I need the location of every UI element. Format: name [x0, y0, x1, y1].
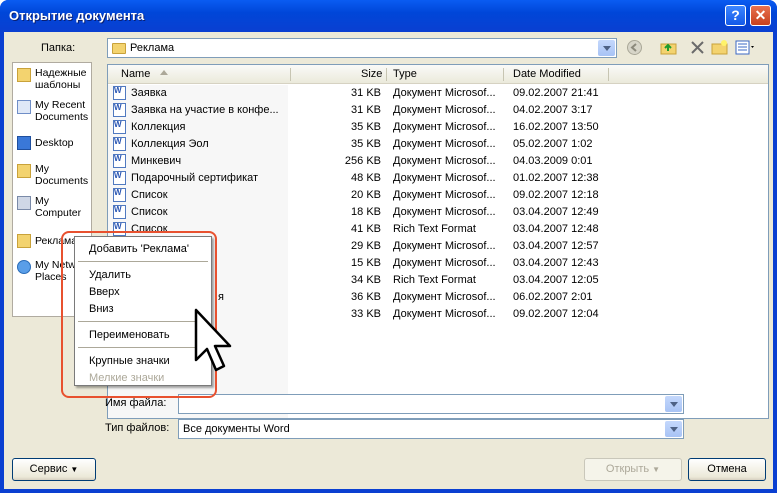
filetype-combo[interactable]: Все документы Word	[178, 419, 684, 439]
open-document-dialog: Открытие документа ? ✕ Папка: Реклама На…	[0, 0, 777, 493]
folder-icon	[17, 234, 31, 248]
place-desktop[interactable]: Desktop	[15, 133, 91, 163]
word-document-icon	[113, 188, 126, 202]
folder-icon	[17, 164, 31, 178]
column-type[interactable]: Type	[393, 68, 417, 80]
filename-label: Имя файла:	[105, 397, 167, 409]
close-button[interactable]: ✕	[750, 5, 771, 26]
open-button[interactable]: Открыть ▼	[584, 458, 682, 481]
up-folder-icon[interactable]	[660, 39, 677, 56]
dropdown-arrow-icon: ▼	[70, 465, 79, 474]
file-row[interactable]: Список20 KBДокумент Microsof...09.02.200…	[108, 187, 768, 204]
title-bar[interactable]: Открытие документа ? ✕	[0, 0, 777, 32]
file-row[interactable]: Заявка31 KBДокумент Microsof...09.02.200…	[108, 85, 768, 102]
place-recent-documents[interactable]: My Recent Documents	[15, 97, 91, 127]
back-icon[interactable]	[626, 39, 643, 56]
sort-ascending-icon	[160, 70, 168, 75]
desktop-icon	[17, 136, 31, 150]
recent-documents-icon	[17, 100, 31, 114]
folder-combo[interactable]: Реклама	[107, 38, 617, 58]
help-button[interactable]: ?	[725, 5, 746, 26]
dialog-title: Открытие документа	[9, 8, 145, 23]
folder-label: Папка:	[41, 42, 76, 54]
column-name[interactable]: Name	[121, 68, 150, 80]
word-document-icon	[113, 103, 126, 117]
chevron-down-icon[interactable]	[665, 421, 682, 437]
word-document-icon	[113, 86, 126, 100]
service-button[interactable]: Сервис ▼	[12, 458, 96, 481]
word-document-icon	[113, 120, 126, 134]
word-document-icon	[113, 171, 126, 185]
place-trusted-templates[interactable]: Надежные шаблоны	[15, 65, 91, 95]
file-list-header: Name Size Type Date Modified	[108, 65, 768, 84]
delete-icon[interactable]	[689, 39, 706, 56]
column-size[interactable]: Size	[361, 68, 382, 80]
word-document-icon	[113, 137, 126, 151]
file-row[interactable]: Список18 KBДокумент Microsof...03.04.200…	[108, 204, 768, 221]
mouse-pointer-icon	[194, 308, 232, 372]
filetype-label: Тип файлов:	[105, 422, 170, 434]
word-document-icon	[113, 154, 126, 168]
views-icon[interactable]	[735, 39, 757, 56]
folder-icon	[112, 42, 126, 54]
file-row[interactable]: Коллекция35 KBДокумент Microsof...16.02.…	[108, 119, 768, 136]
cancel-button[interactable]: Отмена	[688, 458, 766, 481]
column-date[interactable]: Date Modified	[513, 68, 581, 80]
dropdown-arrow-icon: ▼	[652, 465, 661, 474]
file-row[interactable]: Подарочный сертификат48 KBДокумент Micro…	[108, 170, 768, 187]
network-icon	[17, 260, 31, 274]
file-row[interactable]: Минкевич256 KBДокумент Microsof...04.03.…	[108, 153, 768, 170]
file-row[interactable]: Заявка на участие в конфе...31 KBДокумен…	[108, 102, 768, 119]
new-folder-icon[interactable]	[711, 39, 728, 56]
folder-combo-value: Реклама	[130, 42, 175, 54]
computer-icon	[17, 196, 31, 210]
chevron-down-icon[interactable]	[665, 396, 682, 412]
filetype-value: Все документы Word	[183, 423, 290, 435]
filename-input[interactable]	[178, 394, 684, 414]
word-document-icon	[113, 205, 126, 219]
file-row[interactable]: Коллекция Эол35 KBДокумент Microsof...05…	[108, 136, 768, 153]
place-my-documents[interactable]: My Documents	[15, 161, 91, 191]
chevron-down-icon[interactable]	[598, 40, 615, 56]
place-my-computer[interactable]: My Computer	[15, 193, 91, 223]
folder-icon	[17, 68, 31, 82]
